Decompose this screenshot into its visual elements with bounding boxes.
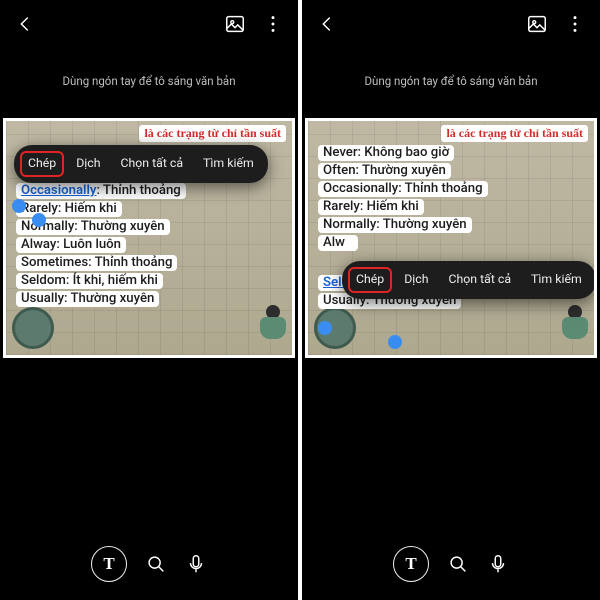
topbar-actions [526, 13, 586, 35]
text-context-menu: Chép Dịch Chọn tất cả Tìm kiếm [342, 261, 596, 299]
gallery-icon[interactable] [526, 13, 548, 35]
gallery-icon[interactable] [224, 13, 246, 35]
screenshot-left: Dùng ngón tay để tô sáng văn bản là các … [0, 0, 298, 600]
line-usually[interactable]: Usually: Thường xuyên [16, 291, 159, 307]
mic-icon[interactable] [487, 553, 509, 575]
line-seldom[interactable]: Seldom: Ít khi, hiếm khi [16, 273, 163, 289]
context-search[interactable]: Tìm kiếm [195, 151, 262, 177]
topbar-actions [224, 13, 284, 35]
photo-heading: là các trạng từ chỉ tần suất [441, 125, 588, 142]
person-decoration [258, 305, 288, 349]
text-context-menu: Chép Dịch Chọn tất cả Tìm kiếm [14, 145, 268, 183]
clock-decoration [12, 307, 54, 349]
topbar [302, 0, 600, 48]
selection-handle-end[interactable] [32, 213, 46, 227]
content-area: là các trạng từ chỉ tần suất Chép Dịch C… [0, 114, 298, 528]
line-often[interactable]: Often: Thường xuyên [318, 163, 451, 179]
line-alway[interactable]: Alway: Luôn luôn [16, 237, 126, 253]
selection-handle-end[interactable] [388, 335, 402, 349]
context-selectall[interactable]: Chọn tất cả [112, 151, 191, 177]
more-icon[interactable] [262, 13, 284, 35]
topbar [0, 0, 298, 48]
bottombar: T [0, 528, 298, 600]
bottombar: T [302, 528, 600, 600]
context-translate[interactable]: Dịch [396, 267, 436, 293]
context-translate[interactable]: Dịch [68, 151, 108, 177]
context-search[interactable]: Tìm kiếm [523, 267, 590, 293]
mic-icon[interactable] [185, 553, 207, 575]
selection-handle-start[interactable] [12, 199, 26, 213]
line-rarely[interactable]: Rarely: Hiếm khi [16, 201, 122, 217]
photo-heading: là các trạng từ chỉ tần suất [139, 125, 286, 142]
instruction-text: Dùng ngón tay để tô sáng văn bản [302, 48, 600, 114]
line-normally[interactable]: Normally: Thường xuyên [318, 217, 472, 233]
line-rarely[interactable]: Rarely: Hiếm khi [318, 199, 424, 215]
text-lines: Occasionally: Thỉnh thoảng Rarely: Hiếm … [16, 183, 186, 307]
text-tool-button[interactable]: T [91, 546, 127, 582]
side-by-side-screenshots: Dùng ngón tay để tô sáng văn bản là các … [0, 0, 600, 600]
context-copy[interactable]: Chép [348, 267, 392, 293]
text-tool-button[interactable]: T [393, 546, 429, 582]
line-sometimes[interactable]: Sometimes: Thỉnh thoảng [16, 255, 177, 271]
more-icon[interactable] [564, 13, 586, 35]
line-occasionally[interactable]: Occasionally: Thỉnh thoảng [318, 181, 488, 197]
person-decoration [560, 305, 590, 349]
search-icon[interactable] [145, 553, 167, 575]
content-area: là các trạng từ chỉ tần suất Never: Khôn… [302, 114, 600, 528]
context-selectall[interactable]: Chọn tất cả [440, 267, 519, 293]
instruction-text: Dùng ngón tay để tô sáng văn bản [0, 48, 298, 114]
search-icon[interactable] [447, 553, 469, 575]
highlighted-word: Occasionally [21, 183, 96, 198]
selection-handle-start[interactable] [318, 321, 332, 335]
back-icon[interactable] [14, 13, 36, 35]
screenshot-right: Dùng ngón tay để tô sáng văn bản là các … [302, 0, 600, 600]
back-icon[interactable] [316, 13, 338, 35]
captured-photo[interactable]: là các trạng từ chỉ tần suất Never: Khôn… [305, 118, 597, 358]
captured-photo[interactable]: là các trạng từ chỉ tần suất Chép Dịch C… [3, 118, 295, 358]
line-never[interactable]: Never: Không bao giờ [318, 145, 454, 161]
line-occasionally[interactable]: Occasionally: Thỉnh thoảng [16, 183, 186, 199]
context-copy[interactable]: Chép [20, 151, 64, 177]
line-alw-stub[interactable]: Alw [318, 235, 358, 251]
